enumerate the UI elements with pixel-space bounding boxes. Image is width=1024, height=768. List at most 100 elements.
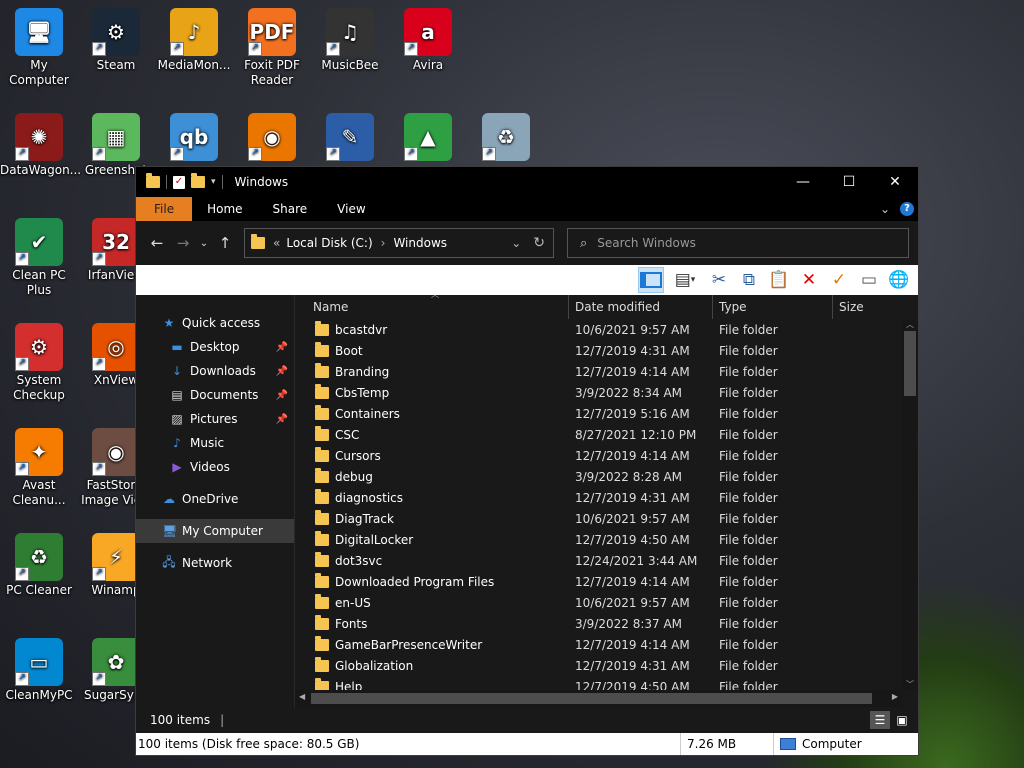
maximize-button[interactable]: ☐ bbox=[826, 167, 872, 197]
breadcrumb-local-disk[interactable]: Local Disk (C:) bbox=[286, 236, 372, 250]
nav-item-music[interactable]: ♪ Music bbox=[136, 431, 294, 455]
file-name-cell: GameBarPresenceWriter bbox=[295, 635, 569, 652]
nav-label: Documents bbox=[190, 388, 259, 402]
desktop-shortcut[interactable]: ✦ ↗ Avast Cleanu... bbox=[0, 428, 78, 508]
table-row[interactable]: en-US 10/6/2021 9:57 AM File folder bbox=[295, 592, 902, 613]
desktop-shortcut[interactable]: ✎ ↗ bbox=[311, 113, 389, 163]
desktop-shortcut[interactable]: ✺ ↗ DataWagon... bbox=[0, 113, 81, 178]
network-globe-icon[interactable]: 🌐 bbox=[886, 267, 912, 293]
table-row[interactable]: CbsTemp 3/9/2022 8:34 AM File folder bbox=[295, 382, 902, 403]
desktop-shortcut[interactable]: ♻ ↗ PC Cleaner bbox=[0, 533, 78, 598]
desktop-shortcut[interactable]: 🖥 My Computer bbox=[0, 8, 78, 88]
address-overflow[interactable]: « bbox=[273, 236, 280, 250]
copy-icon[interactable]: ⧉ bbox=[736, 267, 762, 293]
desktop-shortcut[interactable]: ✔ ↗ Clean PC Plus bbox=[0, 218, 78, 298]
forward-arrow-icon[interactable]: → bbox=[170, 234, 196, 252]
search-input[interactable]: ⌕ Search Windows bbox=[567, 228, 909, 258]
nav-item-desktop[interactable]: ▬ Desktop 📌 bbox=[136, 335, 294, 359]
desktop-shortcut[interactable]: PDF ↗ Foxit PDF Reader bbox=[233, 8, 311, 88]
table-row[interactable]: debug 3/9/2022 8:28 AM File folder bbox=[295, 466, 902, 487]
cut-icon[interactable]: ✂ bbox=[706, 267, 732, 293]
desktop-shortcut[interactable]: a ↗ Avira bbox=[389, 8, 467, 73]
table-row[interactable]: GameBarPresenceWriter 12/7/2019 4:14 AM Fi… bbox=[295, 634, 902, 655]
desktop-shortcut[interactable]: ♫ ↗ MusicBee bbox=[311, 8, 389, 73]
preview-pane-icon[interactable] bbox=[638, 267, 664, 293]
folder-icon bbox=[315, 446, 329, 462]
table-row[interactable]: CSC 8/27/2021 12:10 PM File folder bbox=[295, 424, 902, 445]
desktop-shortcut[interactable]: qb ↗ bbox=[155, 113, 233, 163]
table-row[interactable]: Downloaded Program Files 12/7/2019 4:14 A… bbox=[295, 571, 902, 592]
chevron-right-icon[interactable]: › bbox=[381, 236, 386, 250]
properties-icon[interactable]: ✓ bbox=[173, 175, 185, 189]
scroll-right-icon[interactable]: ▶ bbox=[892, 692, 898, 701]
table-row[interactable]: dot3svc 12/24/2021 3:44 AM File folder bbox=[295, 550, 902, 571]
desktop-shortcut[interactable]: ♻ ↗ bbox=[467, 113, 545, 163]
scrollbar-thumb[interactable] bbox=[904, 331, 916, 396]
desktop-shortcut[interactable]: ⚙ ↗ System Checkup bbox=[0, 323, 78, 403]
table-row[interactable]: Globalization 12/7/2019 4:31 AM File folde… bbox=[295, 655, 902, 676]
table-row[interactable]: Cursors 12/7/2019 4:14 AM File folder bbox=[295, 445, 902, 466]
title-bar[interactable]: ✓ ▾ Windows — ☐ ✕ bbox=[136, 167, 918, 197]
desktop-shortcut[interactable]: ◉ ↗ bbox=[233, 113, 311, 163]
details-view-icon[interactable]: ☰ bbox=[870, 711, 890, 729]
paste-icon[interactable]: 📋 bbox=[766, 267, 792, 293]
delete-icon[interactable]: ✕ bbox=[796, 267, 822, 293]
table-row[interactable]: diagnostics 12/7/2019 4:31 AM File folder bbox=[295, 487, 902, 508]
vertical-scrollbar[interactable]: ︿ ﹀ bbox=[902, 319, 918, 690]
table-row[interactable]: Containers 12/7/2019 5:16 AM File folder bbox=[295, 403, 902, 424]
back-arrow-icon[interactable]: ← bbox=[144, 234, 170, 252]
table-row[interactable]: DigitalLocker 12/7/2019 4:50 AM File folde… bbox=[295, 529, 902, 550]
scroll-up-icon[interactable]: ︿ bbox=[902, 319, 918, 330]
desktop-shortcut[interactable]: ▲ ↗ bbox=[389, 113, 467, 163]
quick-access-toolbar: ✓ ▾ bbox=[136, 173, 223, 189]
table-row[interactable]: DiagTrack 10/6/2021 9:57 AM File folder bbox=[295, 508, 902, 529]
desktop-shortcut[interactable]: ▭ ↗ CleanMyPC bbox=[0, 638, 78, 703]
new-folder-icon[interactable] bbox=[191, 173, 205, 188]
view-options-icon[interactable]: ▤ ▾ bbox=[668, 267, 702, 293]
help-icon[interactable]: ? bbox=[900, 202, 914, 216]
column-date-modified[interactable]: Date modified bbox=[569, 295, 713, 319]
shortcut-arrow-icon: ↗ bbox=[170, 42, 184, 56]
nav-quick-access[interactable]: ★ Quick access bbox=[136, 311, 294, 335]
properties-icon[interactable]: ▭ bbox=[856, 267, 882, 293]
desktop-shortcut-label: Avira bbox=[412, 58, 444, 72]
nav-onedrive[interactable]: ☁ OneDrive bbox=[136, 487, 294, 511]
scroll-down-icon[interactable]: ﹀ bbox=[902, 679, 918, 690]
table-row[interactable]: bcastdvr 10/6/2021 9:57 AM File folder bbox=[295, 319, 902, 340]
nav-item-downloads[interactable]: ↓ Downloads 📌 bbox=[136, 359, 294, 383]
address-bar[interactable]: « Local Disk (C:) › Windows ⌄ ↻ bbox=[244, 228, 554, 258]
ribbon-tabs: File Home Share View ⌄ ? bbox=[136, 197, 918, 221]
rename-check-icon[interactable]: ✓ bbox=[826, 267, 852, 293]
scroll-left-icon[interactable]: ◀ bbox=[299, 692, 305, 701]
desktop-shortcut[interactable]: ♪ ↗ MediaMon... bbox=[155, 8, 233, 73]
scrollbar-thumb[interactable] bbox=[311, 693, 872, 704]
up-arrow-icon[interactable]: ↑ bbox=[212, 234, 238, 252]
column-type[interactable]: Type bbox=[713, 295, 833, 319]
tab-view[interactable]: View bbox=[322, 197, 380, 221]
nav-item-videos[interactable]: ▶ Videos bbox=[136, 455, 294, 479]
nav-item-documents[interactable]: ▤ Documents 📌 bbox=[136, 383, 294, 407]
shortcut-arrow-icon: ↗ bbox=[404, 42, 418, 56]
expand-ribbon-icon[interactable]: ⌄ bbox=[880, 202, 890, 216]
minimize-button[interactable]: — bbox=[780, 167, 826, 197]
refresh-icon[interactable]: ↻ bbox=[529, 235, 553, 251]
nav-network[interactable]: 🖧 Network bbox=[136, 551, 294, 575]
table-row[interactable]: Fonts 3/9/2022 8:37 AM File folder bbox=[295, 613, 902, 634]
tab-share[interactable]: Share bbox=[258, 197, 323, 221]
nav-my-computer[interactable]: 🖥 My Computer bbox=[136, 519, 294, 543]
large-icons-view-icon[interactable]: ▣ bbox=[892, 711, 912, 729]
chevron-down-icon[interactable]: ⌄ bbox=[503, 236, 529, 250]
customize-qat-icon[interactable]: ▾ bbox=[211, 177, 216, 187]
column-size[interactable]: Size bbox=[833, 295, 903, 319]
recent-locations-icon[interactable]: ⌄ bbox=[196, 238, 212, 249]
breadcrumb-windows[interactable]: Windows bbox=[393, 236, 447, 250]
tab-file[interactable]: File bbox=[136, 197, 193, 221]
tab-home[interactable]: Home bbox=[192, 197, 257, 221]
close-button[interactable]: ✕ bbox=[872, 167, 918, 197]
pictures-icon: ▨ bbox=[171, 412, 183, 426]
table-row[interactable]: Branding 12/7/2019 4:14 AM File folder bbox=[295, 361, 902, 382]
desktop-shortcut[interactable]: ⚙ ↗ Steam bbox=[77, 8, 155, 73]
table-row[interactable]: Boot 12/7/2019 4:31 AM File folder bbox=[295, 340, 902, 361]
nav-item-pictures[interactable]: ▨ Pictures 📌 bbox=[136, 407, 294, 431]
horizontal-scrollbar[interactable]: ◀ ▶ bbox=[295, 690, 902, 707]
